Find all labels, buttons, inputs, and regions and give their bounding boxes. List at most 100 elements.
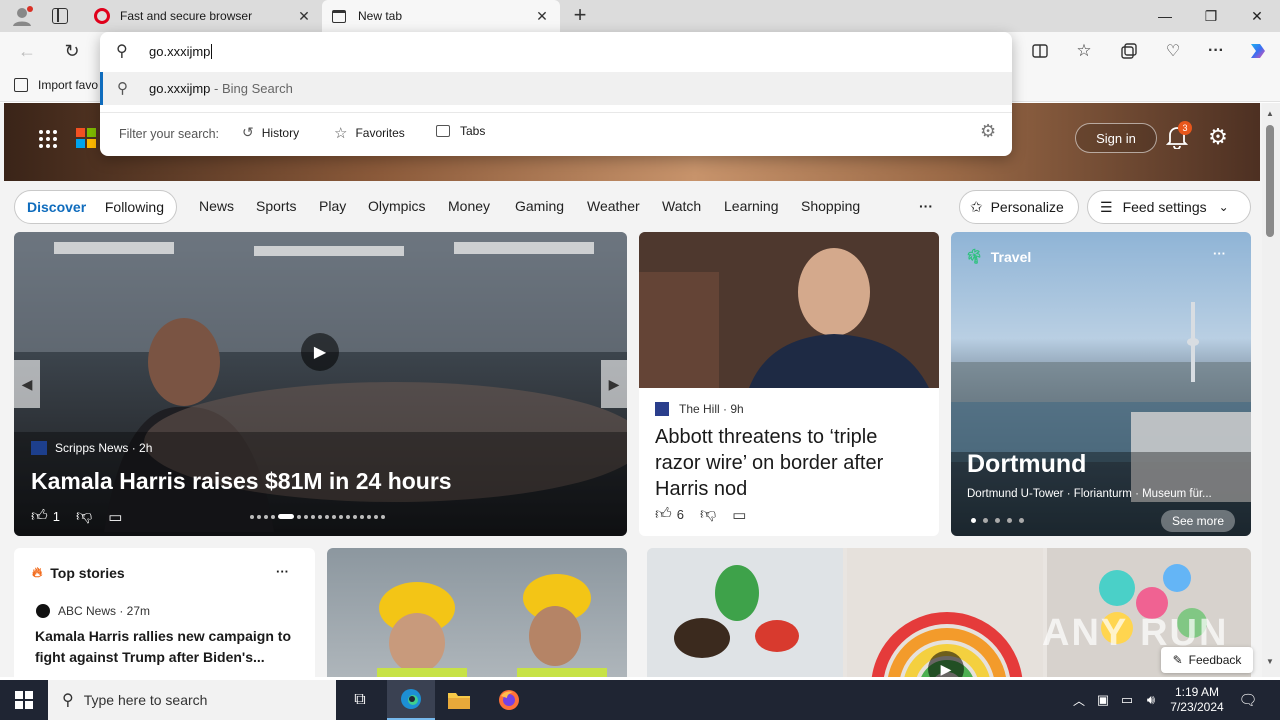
comment-icon[interactable]: ▭ xyxy=(732,506,746,524)
tab-title: New tab xyxy=(358,9,403,23)
filter-label: Filter your search: xyxy=(119,127,220,141)
network-icon[interactable]: ▭ xyxy=(1116,680,1138,720)
profile-icon[interactable] xyxy=(10,5,34,27)
apps-launcher-icon[interactable] xyxy=(38,129,58,149)
play-video-icon[interactable]: ▶ xyxy=(301,333,339,371)
suggestion-row[interactable]: ⚲ go.xxxijmp - Bing Search xyxy=(100,72,1012,105)
nav-learning[interactable]: Learning xyxy=(724,198,779,214)
new-tab-button[interactable]: + xyxy=(568,4,592,28)
tab-following[interactable]: Following xyxy=(105,199,164,215)
dislike-icon[interactable]: 👎︎ xyxy=(76,507,92,526)
carousel-prev-button[interactable]: ◀ xyxy=(14,360,40,408)
card-menu-button[interactable]: ··· xyxy=(1213,246,1226,261)
newtab-icon xyxy=(332,9,346,23)
settings-gear-icon[interactable]: ⚙ xyxy=(1206,125,1230,149)
tab-opera[interactable]: Fast and secure browser ✕ xyxy=(84,0,322,32)
copilot-icon[interactable] xyxy=(1243,36,1273,66)
workers-image-card[interactable] xyxy=(327,548,627,677)
scrollbar-thumb[interactable] xyxy=(1266,125,1274,237)
scroll-down-arrow[interactable]: ▼ xyxy=(1266,657,1274,666)
carousel-dots[interactable] xyxy=(250,514,385,519)
nav-watch[interactable]: Watch xyxy=(662,198,701,214)
title-bar: Fast and secure browser ✕ New tab ✕ + — … xyxy=(0,0,1280,32)
tab-actions-icon[interactable] xyxy=(52,8,68,24)
sign-in-button[interactable]: Sign in xyxy=(1075,123,1157,153)
tab-new-tab[interactable]: New tab ✕ xyxy=(322,0,560,32)
nav-play[interactable]: Play xyxy=(319,198,346,214)
feed-settings-button[interactable]: ☰ Feed settings ⌄ xyxy=(1087,190,1251,224)
address-bar[interactable]: ⚲ go.xxxijmp xyxy=(100,32,1012,70)
tray-app-icon[interactable]: ▣ xyxy=(1092,680,1114,720)
nav-more-button[interactable]: ··· xyxy=(919,198,933,214)
nav-money[interactable]: Money xyxy=(448,198,490,214)
show-hidden-icons[interactable]: ︿ xyxy=(1068,680,1090,720)
travel-card[interactable]: 🌴︎ Travel ··· Dortmund Dortmund U-Tower … xyxy=(951,232,1251,536)
personalize-button[interactable]: ✩ Personalize xyxy=(959,190,1079,224)
address-input[interactable]: go.xxxijmp xyxy=(149,44,213,59)
restore-button[interactable]: ❐ xyxy=(1188,0,1234,32)
like-icon[interactable]: 👍︎ xyxy=(655,505,672,524)
filter-tabs[interactable]: Tabs xyxy=(436,124,485,138)
top-story-headline[interactable]: Kamala Harris rallies new campaign to fi… xyxy=(35,626,300,668)
carousel-next-button[interactable]: ▶ xyxy=(601,360,627,408)
filter-favorites[interactable]: ☆ Favorites xyxy=(334,124,405,142)
start-button[interactable] xyxy=(0,680,48,720)
microsoft-logo-icon xyxy=(76,128,96,148)
feedback-button[interactable]: ✎ Feedback xyxy=(1161,647,1253,673)
volume-icon[interactable]: 🔊︎ xyxy=(1140,680,1162,720)
card-menu-button[interactable]: ··· xyxy=(276,564,289,579)
back-button[interactable]: ← xyxy=(12,36,42,66)
page-scrollbar[interactable]: ▲ ▼ xyxy=(1262,103,1280,677)
nav-news[interactable]: News xyxy=(199,198,234,214)
settings-gear-icon[interactable]: ⚙ xyxy=(980,121,996,142)
close-tab-icon[interactable]: ✕ xyxy=(296,8,312,25)
scroll-up-arrow[interactable]: ▲ xyxy=(1266,109,1274,118)
travel-carousel-dots[interactable] xyxy=(971,518,1024,523)
close-window-button[interactable]: ✕ xyxy=(1234,0,1280,32)
news-card-abbott[interactable]: The Hill · 9h Abbott threatens to ‘tripl… xyxy=(639,232,939,536)
search-filters: Filter your search: ↺ History ☆ Favorite… xyxy=(100,112,1012,152)
import-favorites-button[interactable]: Import favo xyxy=(14,78,98,92)
minimize-button[interactable]: — xyxy=(1142,0,1188,32)
task-view-icon[interactable]: ⧉ xyxy=(336,680,384,720)
hero-source: Scripps News · 2h xyxy=(55,441,153,455)
notification-center-icon[interactable]: 🗨︎ xyxy=(1232,680,1264,720)
nav-gaming[interactable]: Gaming xyxy=(515,198,564,214)
comment-icon[interactable]: ▭ xyxy=(108,508,122,526)
filter-history[interactable]: ↺ History xyxy=(242,124,299,141)
split-screen-icon[interactable] xyxy=(1025,36,1055,66)
nav-olympics[interactable]: Olympics xyxy=(368,198,426,214)
personalize-star-icon: ✩ xyxy=(970,199,983,216)
browser-essentials-icon[interactable]: ♡ xyxy=(1158,36,1188,66)
top-stories-card: 🔥︎ Top stories ··· ABC News · 27m Kamala… xyxy=(14,548,315,677)
source-line: The Hill · 9h xyxy=(655,402,744,416)
taskbar-search-box[interactable]: ⚲ Type here to search xyxy=(48,680,336,720)
nav-shopping[interactable]: Shopping xyxy=(801,198,860,214)
like-icon[interactable]: 👍︎ xyxy=(31,507,48,526)
clock[interactable]: 1:19 AM 7/23/2024 xyxy=(1164,680,1230,720)
hero-news-card[interactable]: ▶ ◀ ▶ Scripps News · 2h Kamala Harris ra… xyxy=(14,232,627,536)
search-icon: ⚲ xyxy=(62,692,74,709)
address-bar-dropdown: ⚲ go.xxxijmp ⚲ go.xxxijmp - Bing Search … xyxy=(100,32,1012,156)
travel-title[interactable]: Dortmund xyxy=(967,450,1086,479)
dislike-icon[interactable]: 👎︎ xyxy=(700,505,716,524)
abbott-headline[interactable]: Abbott threatens to ‘triple razor wire’ … xyxy=(655,424,925,502)
tab-discover[interactable]: Discover xyxy=(27,199,86,215)
collections-icon[interactable] xyxy=(1114,36,1144,66)
import-icon xyxy=(14,78,28,92)
refresh-button[interactable]: ↻ xyxy=(57,36,87,66)
edge-taskbar-icon[interactable] xyxy=(387,680,435,720)
nav-weather[interactable]: Weather xyxy=(587,198,640,214)
see-more-button[interactable]: See more xyxy=(1161,510,1235,532)
more-menu-icon[interactable]: ··· xyxy=(1201,36,1231,66)
import-label: Import favo xyxy=(38,78,99,92)
nav-sports[interactable]: Sports xyxy=(256,198,296,214)
like-count: 1 xyxy=(52,509,60,524)
favorites-star-icon[interactable]: ☆ xyxy=(1069,36,1099,66)
close-tab-icon[interactable]: ✕ xyxy=(534,8,550,25)
firefox-icon[interactable] xyxy=(485,680,533,720)
notifications-bell-icon[interactable]: 3 xyxy=(1165,121,1192,150)
hero-headline[interactable]: Kamala Harris raises $81M in 24 hours xyxy=(31,468,452,495)
file-explorer-icon[interactable] xyxy=(435,680,483,720)
travel-category: 🌴︎ Travel xyxy=(965,248,1031,265)
